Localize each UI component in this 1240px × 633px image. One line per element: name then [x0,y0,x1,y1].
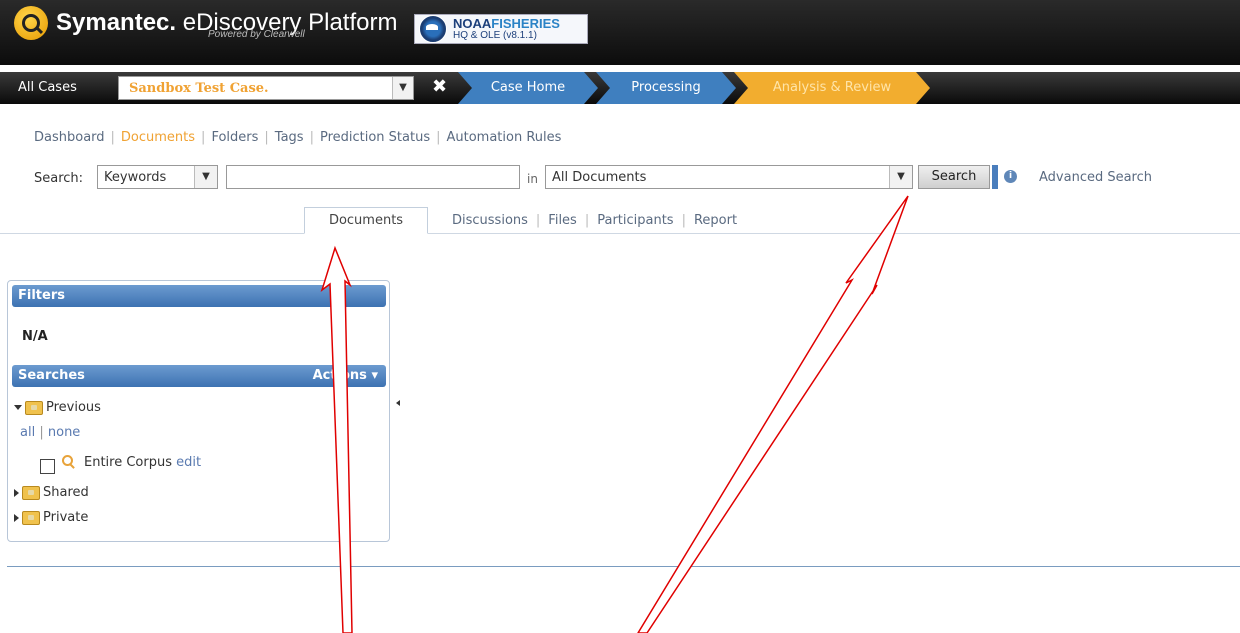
expanded-triangle-icon[interactable] [14,405,22,410]
chevron-down-icon[interactable]: ▼ [889,166,912,188]
tree-label-private: Private [43,510,89,525]
content-bottom-rule [7,566,1240,567]
case-navbar: All Cases Sandbox Test Case. ▼ ✖ Case Ho… [0,72,1240,104]
all-cases-link[interactable]: All Cases [18,80,77,95]
brand-subtitle: Powered by Clearwell [208,29,305,40]
search-input[interactable] [226,165,520,189]
symantec-logo: Symantec. eDiscovery Platform [14,6,397,40]
noaa-fisheries-badge: NOAAFISHERIES HQ & OLE (v8.1.1) [414,14,588,44]
panel-collapse-handle[interactable] [394,300,402,528]
search-icon [62,455,73,466]
section-nav: Dashboard | Documents | Folders | Tags | Predict… [34,130,562,145]
left-panel: Filters N/A Searches Actions ▾ Previous … [7,280,390,542]
edit-link[interactable]: edit [176,455,201,470]
nav-tags[interactable]: Tags [275,130,304,145]
tab-discussions[interactable]: Discussions [452,213,528,228]
folder-icon [22,485,40,500]
select-all-link[interactable]: all [20,425,35,440]
tab-report[interactable]: Report [694,213,737,228]
entire-corpus-item[interactable]: Entire Corpus edit [84,455,201,470]
filters-value: N/A [22,329,48,344]
crumb-analysis-review[interactable]: Analysis & Review [734,72,930,104]
search-type-value: Keywords [104,170,167,185]
filters-header: Filters [12,285,386,307]
search-button[interactable]: Search [918,165,990,189]
search-type-select[interactable]: Keywords ▼ [97,165,218,189]
nav-automation-rules[interactable]: Automation Rules [446,130,561,145]
collapsed-triangle-icon[interactable] [14,513,19,522]
tab-participants[interactable]: Participants [597,213,673,228]
case-select[interactable]: Sandbox Test Case. ▼ [118,76,414,100]
entire-corpus-checkbox[interactable] [40,459,55,474]
close-case-icon[interactable]: ✖ [432,77,447,97]
actions-menu[interactable]: Actions ▾ [313,365,378,387]
app-header: Symantec. eDiscovery Platform Powered by… [0,0,1240,65]
arrow-to-search-button [637,195,909,633]
search-button-edge [992,165,998,189]
noaa-version: HQ & OLE (v8.1.1) [453,29,537,41]
search-scope-select[interactable]: All Documents ▼ [545,165,913,189]
tabs-divider [0,233,1240,234]
searches-header: Searches Actions ▾ [12,365,386,387]
select-none-link[interactable]: none [48,425,80,440]
crumb-case-home[interactable]: Case Home [458,72,598,104]
noaa-title: NOAAFISHERIES [453,15,560,31]
chevron-down-icon[interactable]: ▼ [194,166,217,188]
tree-item-shared[interactable]: Shared [14,485,89,500]
tab-documents[interactable]: Documents [304,207,428,234]
case-select-value: Sandbox Test Case. [129,81,269,96]
entire-corpus-label: Entire Corpus [84,455,172,470]
collapsed-triangle-icon[interactable] [14,488,19,497]
nav-prediction-status[interactable]: Prediction Status [320,130,430,145]
select-all-none: all | none [20,425,81,440]
info-icon[interactable]: i [1004,170,1017,183]
advanced-search-link[interactable]: Advanced Search [1039,170,1152,185]
crumb-processing[interactable]: Processing [596,72,736,104]
tab-files[interactable]: Files [548,213,577,228]
collapse-left-icon [396,400,400,406]
nav-dashboard[interactable]: Dashboard [34,130,105,145]
nav-folders[interactable]: Folders [211,130,258,145]
searches-title: Searches [18,368,85,383]
noaa-seal-icon [419,15,447,43]
tree-label-previous: Previous [46,400,101,415]
symantec-logo-icon [14,6,48,40]
in-label: in [527,172,538,186]
tree-item-private[interactable]: Private [14,510,88,525]
search-scope-value: All Documents [552,170,647,185]
tab-strip: Discussions | Files | Participants | Report [452,213,738,228]
chevron-down-icon[interactable]: ▼ [392,77,413,99]
tree-label-shared: Shared [43,485,89,500]
folder-icon [25,400,43,415]
folder-icon [22,510,40,525]
search-label: Search: [34,171,84,186]
tree-item-previous[interactable]: Previous [14,400,101,415]
nav-documents[interactable]: Documents [121,130,195,145]
